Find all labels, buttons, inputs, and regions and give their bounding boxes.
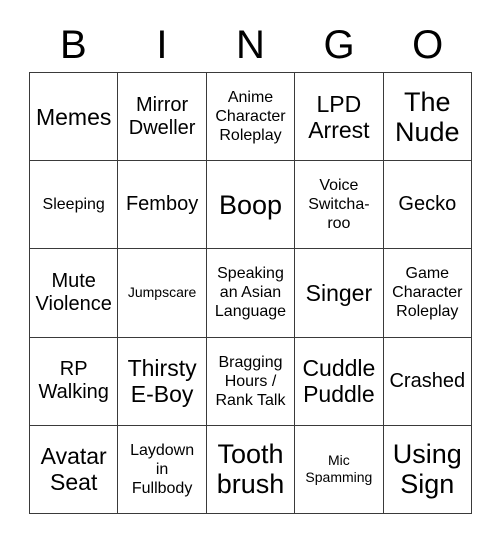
bingo-cell-label: The Nude [395,86,460,147]
bingo-cell[interactable]: Laydown in Fullbody [118,425,207,514]
bingo-cell[interactable]: Avatar Seat [30,425,119,514]
bingo-header-letter-n: N [236,23,265,67]
bingo-cell-label: RP Walking [38,358,109,404]
bingo-cell[interactable]: Cuddle Puddle [295,337,384,426]
bingo-cell-label: Avatar Seat [40,443,107,496]
bingo-cell-label: Singer [305,279,373,306]
bingo-cell[interactable]: Mirror Dweller [118,73,207,162]
bingo-cell[interactable]: RP Walking [30,337,119,426]
bingo-cell-label: Anime Character Roleplay [215,89,286,145]
bingo-cell-label: Boop [218,189,283,220]
bingo-cell[interactable]: LPD Arrest [295,73,384,162]
bingo-card: B I N G O Memes Mirror Dweller Anime Chara… [0,0,500,544]
bingo-cell[interactable]: Crashed [383,337,472,426]
bingo-cell-label: Sleeping [42,196,105,214]
bingo-cell-label: Laydown in Fullbody [130,441,195,497]
bingo-cell-label: LPD Arrest [308,90,370,143]
bingo-header-letter-i: I [156,23,168,67]
bingo-cell-label: Femboy [125,193,199,216]
bingo-cell[interactable]: Singer [295,249,384,338]
bingo-cell-label: Memes [35,103,112,130]
bingo-cell[interactable]: The Nude [383,73,472,162]
bingo-cell[interactable]: Game Character Roleplay [383,249,472,338]
bingo-header-letter-g: G [323,23,355,67]
bingo-cell[interactable]: Jumpscare [118,249,207,338]
bingo-cell-label: Thirsty E-Boy [127,355,197,408]
bingo-cell-label: Voice Switcha- roo [308,177,370,233]
bingo-cell-label: Crashed [389,369,466,392]
bingo-grid: Memes Mirror Dweller Anime Character Rolep… [29,72,472,514]
bingo-cell-label: Mirror Dweller [128,93,196,139]
bingo-cell-label: Speaking an Asian Language [214,265,287,321]
bingo-cell[interactable]: Memes [30,73,119,162]
bingo-cell[interactable]: Gecko [383,161,472,250]
bingo-cell[interactable]: Speaking an Asian Language [206,249,296,338]
bingo-cell-label: Using Sign [392,439,462,500]
bingo-cell[interactable]: Bragging Hours / Rank Talk [206,337,296,426]
bingo-cell-label: Mic Spamming [305,452,373,486]
bingo-cell[interactable]: Voice Switcha- roo [295,161,384,250]
bingo-cell[interactable]: Boop [206,161,296,250]
bingo-cell[interactable]: Anime Character Roleplay [206,73,296,162]
bingo-cell-label: Jumpscare [127,284,197,301]
bingo-cell-label: Tooth brush [216,439,285,500]
bingo-cell-label: Cuddle Puddle [302,355,376,408]
bingo-header-letter-b: B [59,23,87,67]
bingo-header-row: B I N G O [29,18,472,72]
bingo-cell[interactable]: Sleeping [30,161,119,250]
bingo-header-letter-o: O [412,23,444,67]
bingo-cell[interactable]: Thirsty E-Boy [118,337,207,426]
bingo-cell-label: Game Character Roleplay [392,265,463,321]
bingo-cell[interactable]: Mic Spamming [295,425,384,514]
bingo-cell[interactable]: Mute Violence [30,249,119,338]
bingo-cell[interactable]: Using Sign [383,425,472,514]
bingo-cell[interactable]: Tooth brush [206,425,296,514]
bingo-cell-label: Mute Violence [35,269,112,315]
bingo-cell[interactable]: Femboy [118,161,207,250]
bingo-cell-label: Gecko [398,193,457,216]
bingo-cell-label: Bragging Hours / Rank Talk [215,353,286,409]
